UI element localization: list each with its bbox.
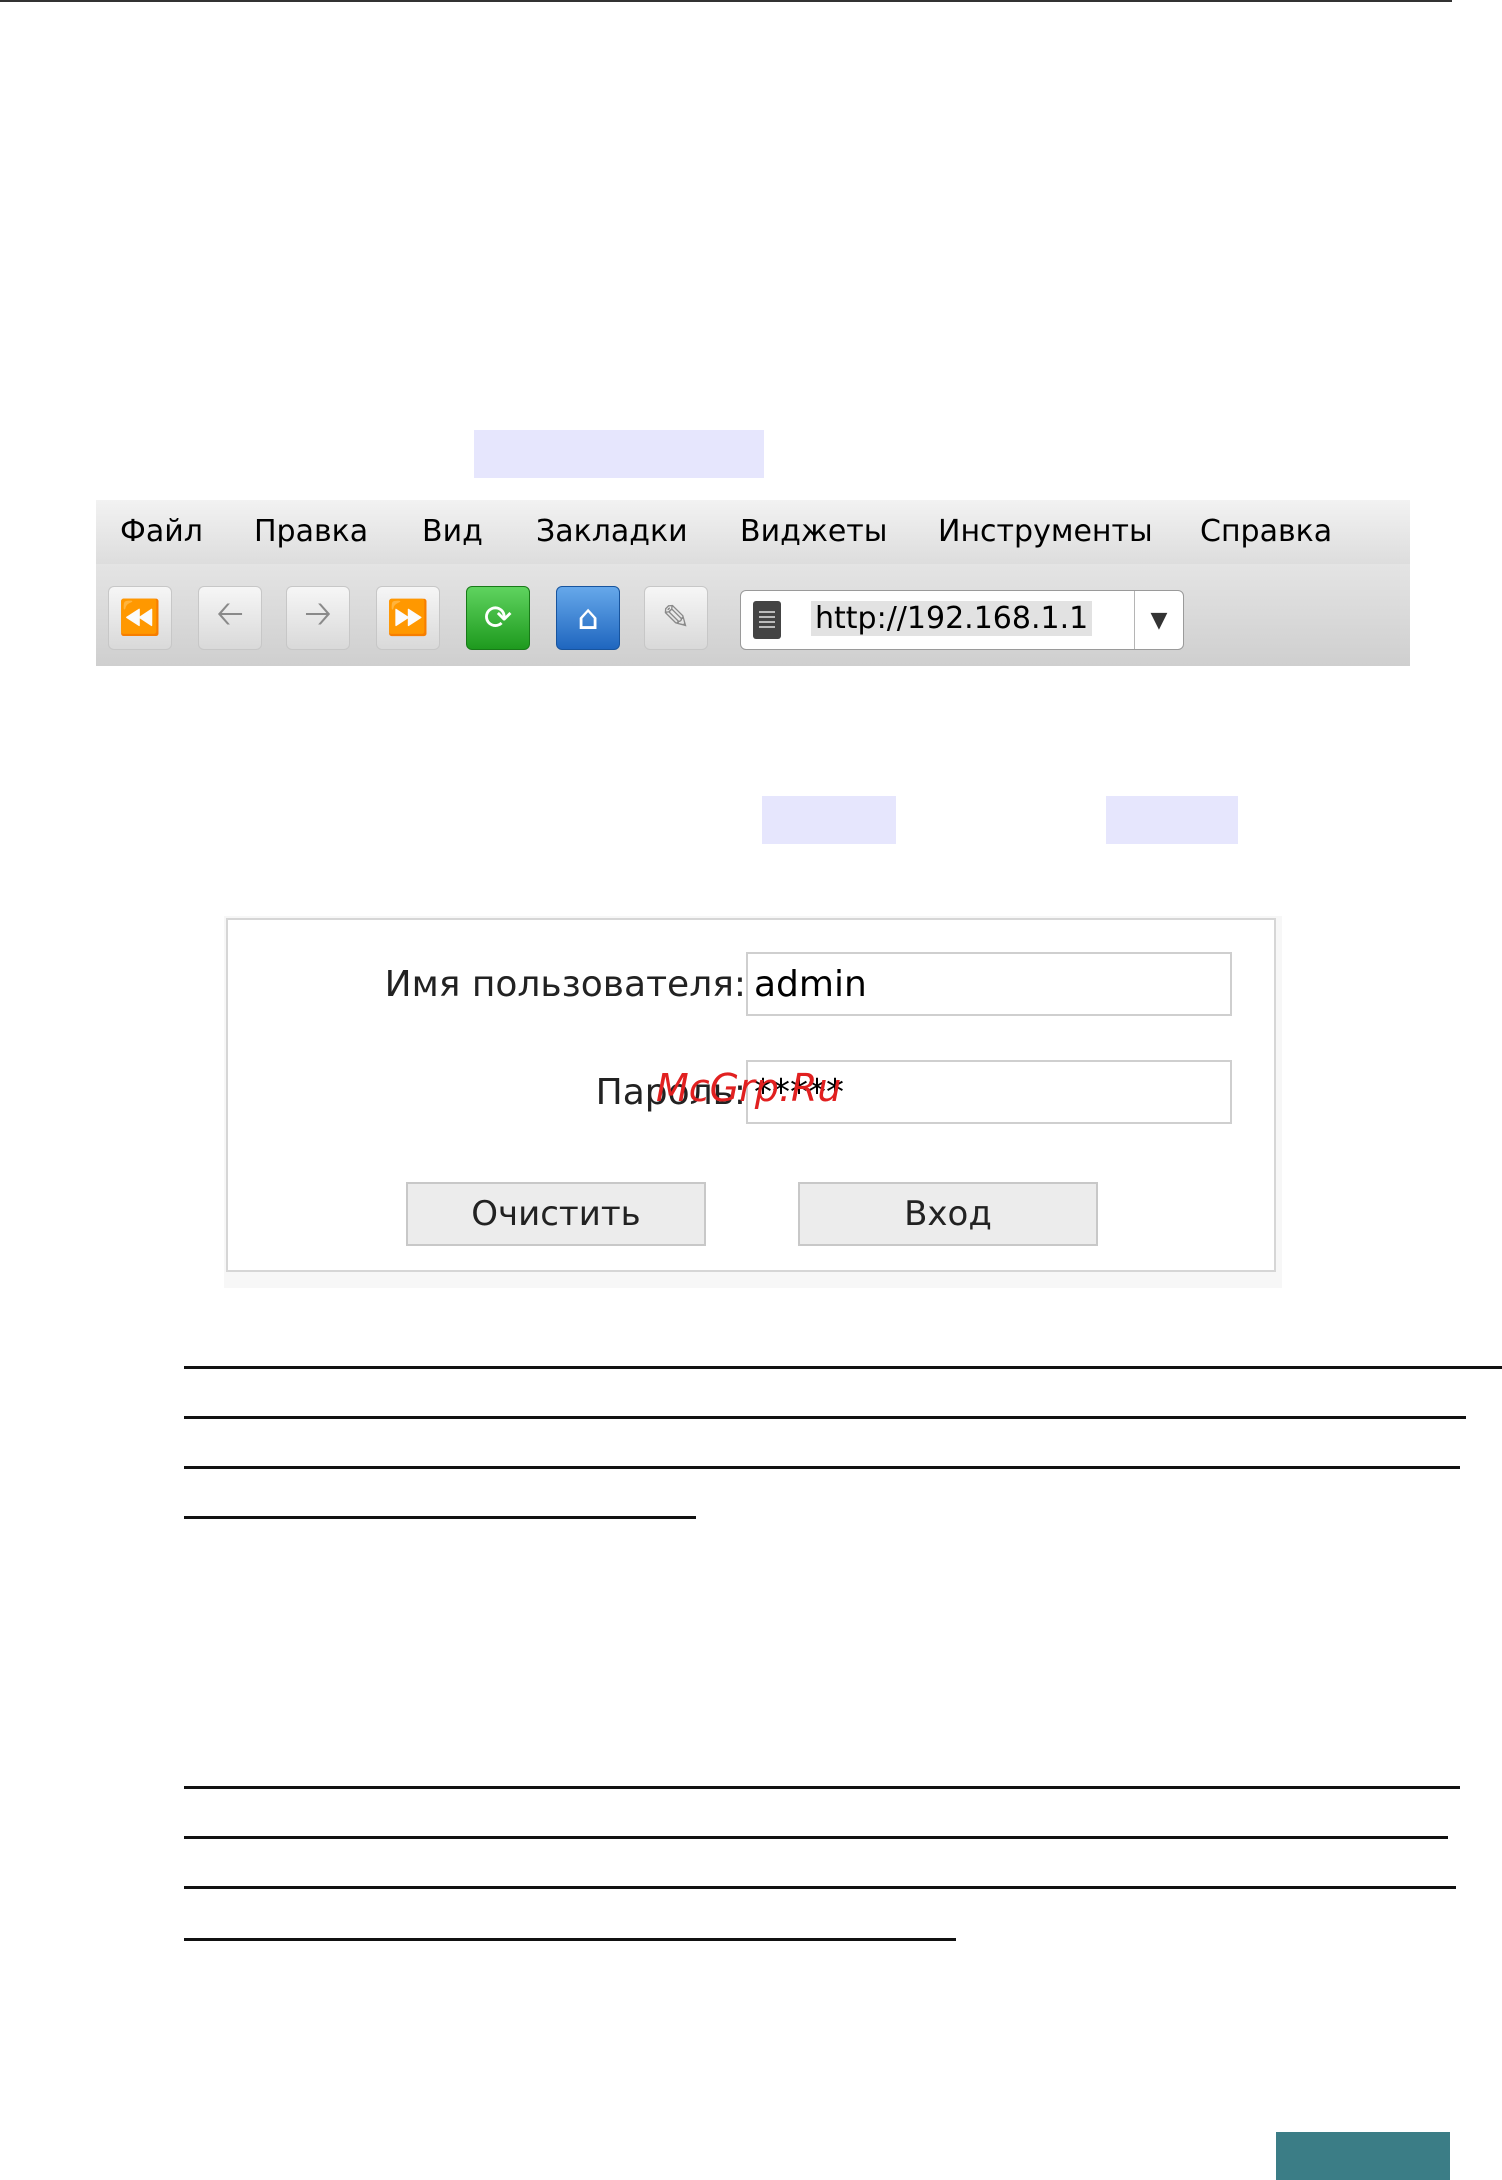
menu-bar: Файл Правка Вид Закладки Виджеты Инструм… — [96, 500, 1410, 565]
address-bar[interactable]: http://192.168.1.1 ▼ — [740, 590, 1184, 650]
menu-help[interactable]: Справка — [1200, 514, 1332, 549]
menu-bookmarks[interactable]: Закладки — [536, 514, 688, 549]
clear-button[interactable]: Очистить — [406, 1182, 706, 1246]
toolbar: ⏪ 🡠 🡢 ⏩ ⟳ ⌂ ✎ http://192.168.1.1 ▼ — [96, 564, 1410, 666]
browser-window: Файл Правка Вид Закладки Виджеты Инструм… — [96, 500, 1410, 666]
address-text[interactable]: http://192.168.1.1 — [811, 601, 1093, 636]
underline-line — [184, 1516, 696, 1519]
watermark: McGrp.Ru — [656, 1066, 842, 1110]
chevron-down-icon[interactable]: ▼ — [1134, 591, 1183, 649]
forward-icon[interactable]: 🡢 — [286, 586, 350, 650]
username-label: Имя пользователя: — [384, 964, 746, 1005]
underline-line — [184, 1886, 1456, 1889]
menu-tools[interactable]: Инструменты — [938, 514, 1153, 549]
underline-line — [184, 1836, 1448, 1839]
underline-line — [184, 1938, 956, 1941]
underline-line — [184, 1466, 1460, 1469]
login-button[interactable]: Вход — [798, 1182, 1098, 1246]
fast-forward-icon[interactable]: ⏩ — [376, 586, 440, 650]
reload-icon[interactable]: ⟳ — [466, 586, 530, 650]
top-rule — [0, 0, 1452, 2]
page-icon — [753, 601, 781, 639]
underline-line — [184, 1416, 1466, 1419]
underline-line — [184, 1786, 1460, 1789]
highlight-box — [1106, 796, 1238, 844]
username-input[interactable] — [746, 952, 1232, 1016]
menu-file[interactable]: Файл — [120, 514, 203, 549]
edit-icon[interactable]: ✎ — [644, 586, 708, 650]
highlight-box — [474, 430, 764, 478]
underline-line — [184, 1366, 1502, 1369]
menu-edit[interactable]: Правка — [254, 514, 368, 549]
rewind-icon[interactable]: ⏪ — [108, 586, 172, 650]
page-footer-tab — [1276, 2132, 1450, 2180]
menu-view[interactable]: Вид — [422, 514, 483, 549]
highlight-box — [762, 796, 896, 844]
menu-widgets[interactable]: Виджеты — [740, 514, 887, 549]
home-icon[interactable]: ⌂ — [556, 586, 620, 650]
back-icon[interactable]: 🡠 — [198, 586, 262, 650]
